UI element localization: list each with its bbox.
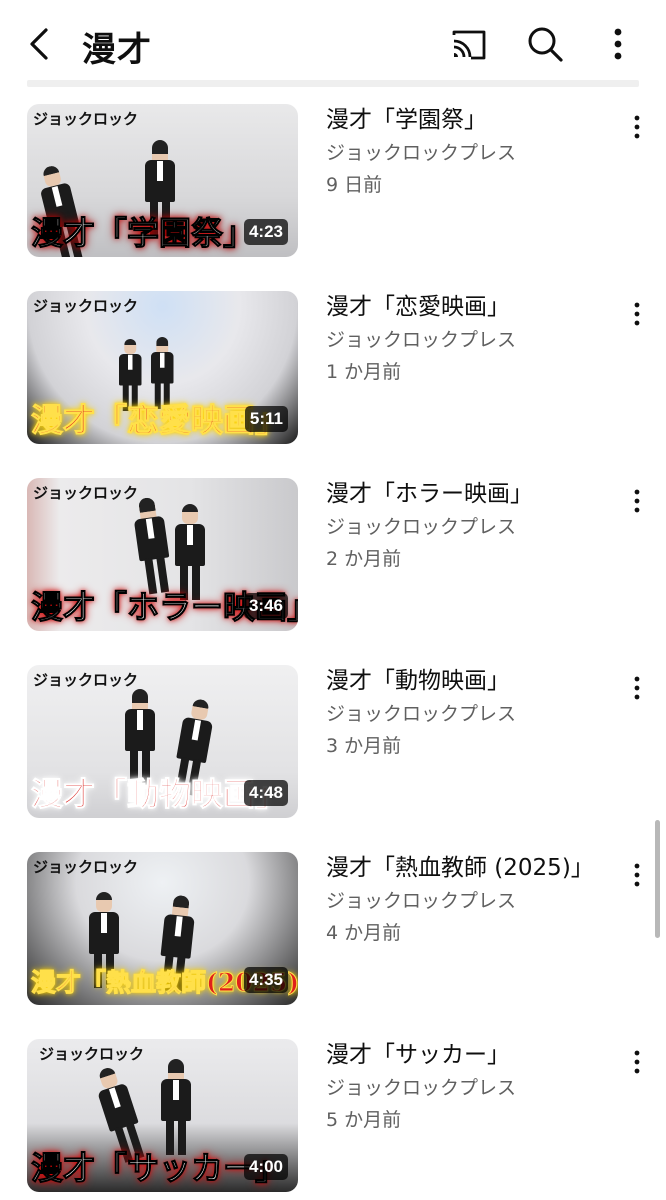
header-divider <box>27 80 639 87</box>
video-duration: 3:46 <box>243 593 288 619</box>
back-button[interactable] <box>20 24 60 64</box>
video-meta: 漫才「サッカー」 ジョックロックプレス 5 か月前 <box>326 1039 606 1136</box>
video-title[interactable]: 漫才「恋愛映画」 <box>326 291 606 323</box>
app-bar: 漫才 <box>0 0 666 88</box>
video-duration: 5:11 <box>244 406 288 432</box>
video-item[interactable]: ジョックロック 漫才「恋愛映画」 5:11 漫才「恋愛映画」 ジョックロックプレ… <box>0 291 666 478</box>
video-item[interactable]: ジョックロック 漫才「学園祭」 4:23 漫才「学園祭」 ジョックロックプレス … <box>0 104 666 291</box>
thumbnail-brand: ジョックロック <box>33 297 139 315</box>
channel-name: ジョックロックプレス <box>326 1077 517 1099</box>
more-vert-icon <box>634 676 640 700</box>
page-title: 漫才 <box>82 30 152 70</box>
video-thumbnail[interactable]: ジョックロック 漫才「学園祭」 4:23 <box>27 104 298 257</box>
video-thumbnail[interactable]: ジョックロック 漫才「熱血教師(2025)」 4:35 <box>27 852 298 1005</box>
video-more-button[interactable] <box>626 673 648 703</box>
video-item[interactable]: ジョックロック 漫才「動物映画」 4:48 漫才「動物映画」 ジョックロックプレ… <box>0 665 666 852</box>
video-more-button[interactable] <box>626 860 648 890</box>
cast-icon <box>452 30 486 60</box>
upload-age: 3 か月前 <box>326 735 402 757</box>
video-thumbnail[interactable]: ジョックロック 漫才「動物映画」 4:48 <box>27 665 298 818</box>
video-item[interactable]: ジョックロック 漫才「熱血教師(2025)」 4:35 漫才「熱血教師 (202… <box>0 852 666 1039</box>
channel-name: ジョックロックプレス <box>326 516 517 538</box>
video-duration: 4:00 <box>243 1154 288 1180</box>
video-meta: 漫才「動物映画」 ジョックロックプレス 3 か月前 <box>326 665 606 762</box>
upload-age: 9 日前 <box>326 174 383 196</box>
video-title[interactable]: 漫才「学園祭」 <box>326 104 606 136</box>
video-duration: 4:35 <box>243 967 288 993</box>
video-meta: 漫才「恋愛映画」 ジョックロックプレス 1 か月前 <box>326 291 606 388</box>
upload-age: 5 か月前 <box>326 1109 402 1131</box>
channel-name: ジョックロックプレス <box>326 703 517 725</box>
more-vert-icon <box>634 115 640 139</box>
video-title[interactable]: 漫才「熱血教師 (2025)」 <box>326 852 606 884</box>
video-item[interactable]: ジョックロック 漫才「サッカー」 4:00 漫才「サッカー」 ジョックロックプレ… <box>0 1039 666 1200</box>
video-more-button[interactable] <box>626 1047 648 1077</box>
channel-name: ジョックロックプレス <box>326 890 517 912</box>
video-more-button[interactable] <box>626 486 648 516</box>
video-thumbnail[interactable]: ジョックロック 漫才「恋愛映画」 5:11 <box>27 291 298 444</box>
thumbnail-brand: ジョックロック <box>33 858 139 876</box>
thumbnail-brand: ジョックロック <box>39 1045 145 1063</box>
video-meta: 漫才「ホラー映画」 ジョックロックプレス 2 か月前 <box>326 478 606 575</box>
more-vert-icon <box>634 863 640 887</box>
video-item[interactable]: ジョックロック 漫才「ホラー映画」 3:46 漫才「ホラー映画」 ジョックロック… <box>0 478 666 665</box>
cast-button[interactable] <box>449 25 489 65</box>
thumbnail-brand: ジョックロック <box>33 110 139 128</box>
video-duration: 4:23 <box>243 219 288 245</box>
chevron-left-icon <box>30 28 48 60</box>
video-meta: 漫才「熱血教師 (2025)」 ジョックロックプレス 4 か月前 <box>326 852 606 949</box>
upload-age: 1 か月前 <box>326 361 402 383</box>
more-options-button[interactable] <box>600 24 636 64</box>
video-title[interactable]: 漫才「サッカー」 <box>326 1039 606 1071</box>
channel-name: ジョックロックプレス <box>326 329 517 351</box>
video-title[interactable]: 漫才「ホラー映画」 <box>326 478 606 510</box>
video-more-button[interactable] <box>626 299 648 329</box>
video-duration: 4:48 <box>243 780 288 806</box>
video-thumbnail[interactable]: ジョックロック 漫才「ホラー映画」 3:46 <box>27 478 298 631</box>
scrollbar[interactable] <box>655 820 660 938</box>
thumbnail-brand: ジョックロック <box>33 484 139 502</box>
upload-age: 4 か月前 <box>326 922 402 944</box>
search-icon <box>528 27 563 62</box>
more-vert-icon <box>614 28 622 60</box>
video-thumbnail[interactable]: ジョックロック 漫才「サッカー」 4:00 <box>27 1039 298 1192</box>
more-vert-icon <box>634 489 640 513</box>
video-title[interactable]: 漫才「動物映画」 <box>326 665 606 697</box>
upload-age: 2 か月前 <box>326 548 402 570</box>
thumbnail-brand: ジョックロック <box>33 671 139 689</box>
video-meta: 漫才「学園祭」 ジョックロックプレス 9 日前 <box>326 104 606 201</box>
more-vert-icon <box>634 1050 640 1074</box>
video-more-button[interactable] <box>626 112 648 142</box>
more-vert-icon <box>634 302 640 326</box>
channel-name: ジョックロックプレス <box>326 142 517 164</box>
thumbnail-caption: 漫才「学園祭」 <box>30 214 256 253</box>
search-button[interactable] <box>525 24 565 64</box>
video-list: ジョックロック 漫才「学園祭」 4:23 漫才「学園祭」 ジョックロックプレス … <box>0 104 666 1200</box>
